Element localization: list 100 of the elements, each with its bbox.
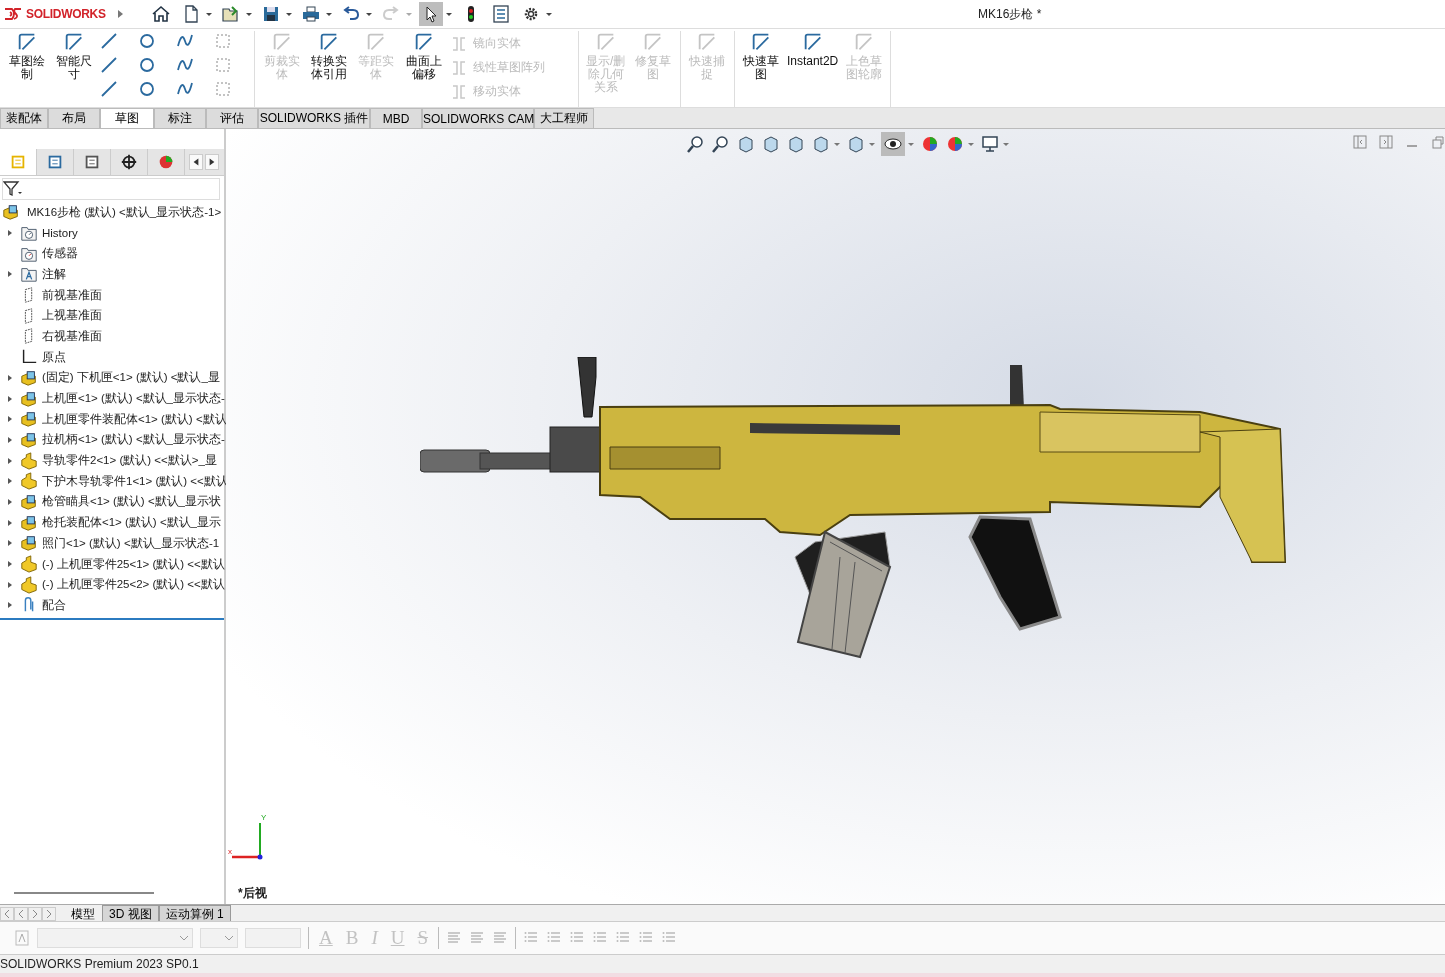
- toolbar-button[interactable]: 曲面上偏移: [399, 31, 448, 103]
- scrollbar[interactable]: [14, 892, 154, 894]
- axis-label: x: [228, 847, 232, 856]
- part-icon: [20, 555, 38, 574]
- scene-icon[interactable]: [945, 134, 965, 154]
- expand-arrow-icon[interactable]: [6, 476, 14, 487]
- select-pointer-icon[interactable]: [419, 2, 443, 26]
- caret-icon[interactable]: [245, 10, 253, 18]
- expand-arrow-icon[interactable]: [6, 517, 14, 528]
- tree-item[interactable]: 导轨零件2<1> (默认) <<默认>_显: [42, 453, 217, 469]
- part-icon: [20, 472, 38, 491]
- ribbon-tab[interactable]: SOLIDWORKS 插件: [258, 108, 370, 128]
- view-orientation-label: *后视: [238, 885, 267, 902]
- crosshair-icon: [120, 153, 138, 171]
- tree-item[interactable]: 前视基准面: [42, 287, 102, 303]
- expand-arrow-icon[interactable]: [6, 269, 14, 280]
- expand-arrow-icon[interactable]: [6, 600, 14, 611]
- sketch-tool-icon[interactable]: [99, 55, 120, 75]
- tree-item[interactable]: 枪管瞄具<1> (默认) <默认_显示状: [42, 494, 221, 510]
- ribbon-tab[interactable]: 大工程师: [534, 108, 594, 128]
- app-logo: SOLIDWORKS: [0, 6, 115, 22]
- expand-arrow-icon[interactable]: [6, 393, 14, 404]
- caret-icon[interactable]: [285, 10, 293, 18]
- tree-item[interactable]: 枪托装配体<1> (默认) <默认_显示: [42, 515, 221, 531]
- caret-icon[interactable]: [365, 10, 373, 18]
- bottom-tab[interactable]: 3D 视图: [102, 905, 159, 921]
- tree-item[interactable]: 上机匣<1> (默认) <默认_显示状态-: [42, 391, 225, 407]
- sketch-tool-icon[interactable]: [99, 31, 120, 51]
- assembly-icon: [20, 410, 38, 429]
- ds-logo-icon: [3, 6, 23, 22]
- assembly-icon: [20, 513, 38, 532]
- tree-item[interactable]: (固定) 下机匣<1> (默认) <默认_显: [42, 370, 220, 386]
- tree-root-label[interactable]: MK16步枪 (默认) <默认_显示状态-1>: [27, 204, 222, 220]
- toolbar-button[interactable]: 转换实体引用: [305, 31, 353, 103]
- tree-item[interactable]: (-) 上机匣零件25<1> (默认) <<默认: [42, 556, 225, 572]
- tree-item[interactable]: 原点: [42, 349, 66, 365]
- mirror-tool-icon: [451, 83, 468, 100]
- toolbar-button[interactable]: 智能尺寸: [50, 31, 98, 103]
- toolbar-button[interactable]: Instant2D: [784, 31, 841, 103]
- edit-appearance-icon[interactable]: [920, 134, 940, 154]
- tree-item[interactable]: 配合: [42, 597, 66, 613]
- toolbar-button[interactable]: 快速草图: [737, 31, 785, 103]
- caret-icon[interactable]: [545, 10, 553, 18]
- ribbon-tab[interactable]: 草图: [100, 108, 154, 128]
- assembly-icon: [20, 389, 38, 408]
- caret-icon[interactable]: [325, 10, 333, 18]
- expand-arrow-icon[interactable]: [6, 414, 14, 425]
- expand-arrow-icon[interactable]: [6, 455, 14, 466]
- sketch-tool-icon[interactable]: [99, 79, 120, 99]
- assembly-icon: [20, 492, 38, 511]
- tree-item[interactable]: History: [42, 227, 78, 240]
- tree-item[interactable]: 右视基准面: [42, 328, 102, 344]
- filter-icon: [3, 181, 23, 197]
- tree-item[interactable]: 照门<1> (默认) <默认_显示状态-1: [42, 535, 220, 551]
- expand-arrow-icon[interactable]: [6, 434, 14, 445]
- part-icon: [20, 575, 38, 594]
- expand-arrow-icon[interactable]: [6, 496, 14, 507]
- hide-show-icon[interactable]: [881, 132, 905, 156]
- part-icon: [20, 451, 38, 470]
- ribbon-tab[interactable]: 标注: [154, 108, 206, 128]
- tree-item[interactable]: (-) 上机匣零件25<2> (默认) <<默认: [42, 577, 225, 593]
- toolbar-button[interactable]: 草图绘制: [3, 31, 51, 103]
- status-text: SOLIDWORKS Premium 2023 SP0.1: [0, 957, 199, 971]
- expand-arrow-icon[interactable]: [6, 559, 14, 570]
- axis-label: Y: [261, 813, 267, 822]
- filter-field[interactable]: [2, 178, 220, 200]
- ribbon-tab[interactable]: SOLIDWORKS CAM: [422, 108, 534, 128]
- chevron-down-icon: [179, 934, 189, 942]
- property-list-icon: [46, 153, 64, 171]
- ribbon-tab[interactable]: MBD: [370, 108, 422, 128]
- tree-item[interactable]: 下护木导轨零件1<1> (默认) <<默认: [42, 473, 228, 489]
- mirror-tool-icon: [451, 59, 468, 76]
- scroll-left-icon[interactable]: [189, 154, 203, 170]
- bottom-tab[interactable]: 运动算例 1: [158, 905, 231, 921]
- expand-arrow-icon[interactable]: [6, 372, 14, 383]
- color-wheel-icon: [157, 153, 175, 171]
- expand-arrow-icon[interactable]: [115, 7, 125, 21]
- ribbon-tab[interactable]: 装配体: [0, 108, 48, 128]
- zoom-to-area-icon[interactable]: [711, 134, 731, 154]
- tree-item[interactable]: 注解: [42, 266, 66, 282]
- scroll-right-icon[interactable]: [205, 154, 219, 170]
- expand-arrow-icon[interactable]: [6, 228, 14, 239]
- ribbon-tab[interactable]: 布局: [48, 108, 100, 128]
- ribbon-tab[interactable]: 评估: [206, 108, 258, 128]
- caret-icon[interactable]: [205, 10, 213, 18]
- annotation-folder-icon: [20, 265, 38, 284]
- assembly-icon: [20, 430, 38, 449]
- tree-item[interactable]: 上机匣零件装配体<1> (默认) <默认: [42, 411, 227, 427]
- feature-tree-icon: [9, 153, 27, 171]
- mirror-tool-icon: [451, 35, 468, 52]
- caret-icon[interactable]: [445, 10, 453, 18]
- assembly-icon: [20, 534, 38, 553]
- expand-arrow-icon[interactable]: [6, 579, 14, 590]
- expand-arrow-icon[interactable]: [6, 538, 14, 549]
- monitor-icon[interactable]: [980, 134, 1000, 154]
- tree-item[interactable]: 传感器: [42, 246, 78, 262]
- clock-folder-icon: [20, 224, 38, 243]
- zoom-to-fit-icon[interactable]: [686, 134, 706, 154]
- tree-item[interactable]: 拉机柄<1> (默认) <默认_显示状态-: [42, 432, 225, 448]
- tree-item[interactable]: 上视基准面: [42, 308, 102, 324]
